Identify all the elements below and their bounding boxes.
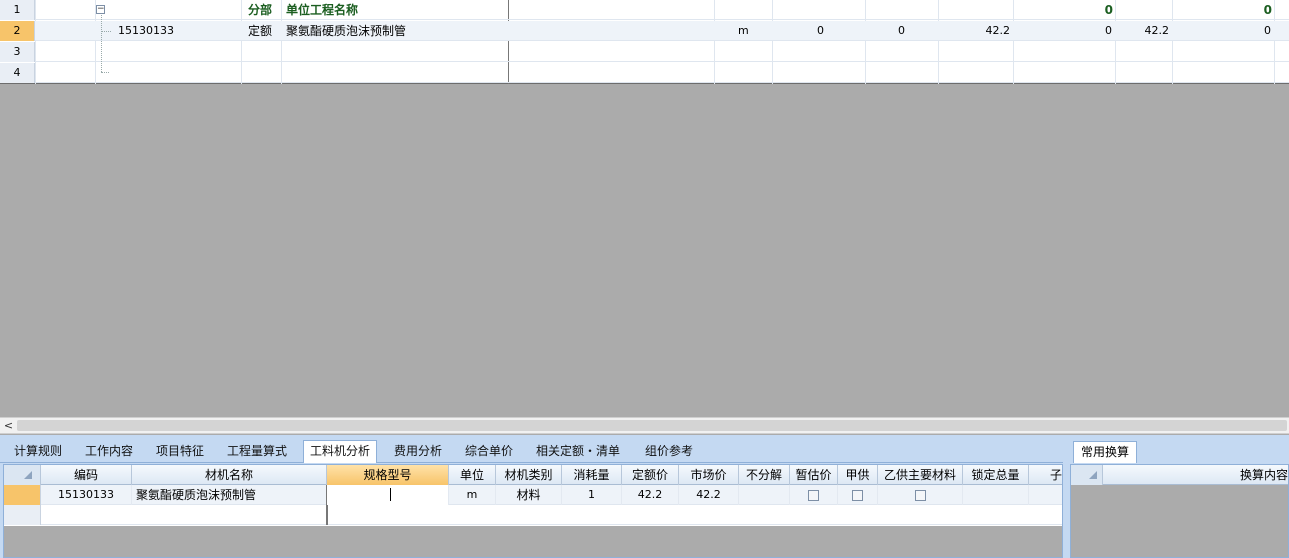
col-header-consumption[interactable]: 消耗量 — [562, 465, 622, 485]
corner-triangle-icon — [1089, 471, 1097, 479]
col-header-name[interactable]: 材机名称 — [132, 465, 327, 485]
tab-pricing-reference[interactable]: 组价参考 — [639, 441, 699, 462]
row-name[interactable]: 单位工程名称 — [286, 0, 358, 20]
empty-area — [4, 526, 1062, 557]
cell-category[interactable]: 材料 — [496, 485, 562, 505]
table-row[interactable]: 15130133 聚氨酯硬质泡沫预制管 m 材料 1 42.2 42.2 — [4, 485, 1062, 505]
row-total1: 0 — [1104, 3, 1113, 17]
table-row[interactable]: 1 − 分部 单位工程名称 0 0 — [0, 0, 1289, 20]
main-grid[interactable]: 1 − 分部 单位工程名称 0 0 2 15130133 定额 聚氨酯硬质泡沫预… — [0, 0, 1289, 84]
tab-calc-rules[interactable]: 计算规则 — [8, 441, 68, 462]
tab-cost-analysis[interactable]: 费用分析 — [388, 441, 448, 462]
row-value: 42.2 — [1144, 24, 1170, 37]
tab-quantity-formula[interactable]: 工程量算式 — [221, 441, 293, 462]
tab-work-content[interactable]: 工作内容 — [79, 441, 139, 462]
row-number[interactable]: 3 — [0, 42, 35, 62]
col-header-category[interactable]: 材机类别 — [496, 465, 562, 485]
corner-triangle-icon — [24, 471, 32, 479]
grid-divider — [326, 485, 327, 525]
cell-code[interactable]: 15130133 — [41, 485, 132, 505]
row-type: 分部 — [248, 3, 273, 17]
row-qty[interactable]: 0 — [772, 21, 824, 41]
row-number[interactable] — [4, 505, 41, 525]
grid-divider — [327, 505, 328, 525]
text-cursor — [390, 488, 391, 501]
col-header-market-price[interactable]: 市场价 — [679, 465, 739, 485]
cell-lock-total[interactable] — [963, 485, 1029, 505]
cell-spec-input[interactable] — [327, 485, 449, 505]
tab-item-features[interactable]: 项目特征 — [150, 441, 210, 462]
col-header-contractor-supply[interactable]: 乙供主要材料 — [878, 465, 963, 485]
tab-unit-price[interactable]: 综合单价 — [459, 441, 519, 462]
scrollbar-thumb[interactable] — [17, 420, 1287, 431]
cell-unit[interactable]: m — [449, 485, 496, 505]
col-header-no-split[interactable]: 不分解 — [739, 465, 790, 485]
select-all-corner[interactable] — [4, 465, 41, 485]
row-total1: 0 — [1105, 24, 1112, 37]
horizontal-scrollbar[interactable]: < — [0, 417, 1289, 434]
material-grid-header: 编码 材机名称 规格型号 单位 材机类别 消耗量 定额价 市场价 不分解 暂估价… — [4, 465, 1062, 485]
cell-name[interactable]: 聚氨酯硬质泡沫预制管 — [132, 485, 327, 505]
cell-owner-supply[interactable] — [838, 485, 878, 505]
row-number[interactable]: 2 — [0, 21, 35, 41]
row-type: 定额 — [248, 24, 273, 38]
scroll-left-icon[interactable]: < — [0, 418, 17, 433]
tab-bar: 计算规则 工作内容 项目特征 工程量算式 工料机分析 费用分析 综合单价 相关定… — [0, 435, 1063, 463]
contractor-supply-checkbox[interactable] — [914, 489, 926, 501]
row-value: 42.2 — [985, 24, 1011, 37]
row-unit[interactable]: m — [738, 21, 749, 41]
col-header-estimated[interactable]: 暂估价 — [790, 465, 838, 485]
cell-estimated[interactable] — [790, 485, 838, 505]
tree-connector — [101, 15, 102, 72]
conversion-panel: 常用换算 换算内容 — [1068, 435, 1289, 558]
cell-quota-price[interactable]: 42.2 — [622, 485, 679, 505]
row-code[interactable]: 15130133 — [118, 21, 174, 41]
select-all-corner[interactable] — [1071, 465, 1103, 485]
col-header-sub[interactable]: 子 — [1029, 465, 1064, 485]
col-header-lock-total[interactable]: 锁定总量 — [963, 465, 1029, 485]
material-grid[interactable]: 编码 材机名称 规格型号 单位 材机类别 消耗量 定额价 市场价 不分解 暂估价… — [3, 464, 1063, 558]
table-row[interactable]: 3 — [0, 42, 1289, 62]
row-number[interactable]: 1 — [0, 0, 35, 20]
tab-material-analysis[interactable]: 工料机分析 — [303, 440, 378, 463]
cell-no-split[interactable] — [739, 485, 790, 505]
row-number[interactable]: 4 — [0, 63, 35, 83]
collapse-icon[interactable]: − — [96, 5, 105, 14]
table-row[interactable]: 4 — [0, 63, 1289, 83]
conversion-grid-header: 换算内容 — [1071, 465, 1288, 485]
cell-market-price[interactable]: 42.2 — [679, 485, 739, 505]
detail-panel: 计算规则 工作内容 项目特征 工程量算式 工料机分析 费用分析 综合单价 相关定… — [0, 435, 1289, 558]
col-header-owner-supply[interactable]: 甲供 — [838, 465, 878, 485]
tab-related-quota[interactable]: 相关定额・清单 — [530, 441, 626, 462]
row-total2: 0 — [1264, 24, 1271, 37]
col-header-unit[interactable]: 单位 — [449, 465, 496, 485]
col-header-spec[interactable]: 规格型号 — [327, 465, 449, 485]
cell-consumption[interactable]: 1 — [562, 485, 622, 505]
estimated-checkbox[interactable] — [808, 489, 819, 501]
row-name[interactable]: 聚氨酯硬质泡沫预制管 — [286, 21, 406, 41]
tree-connector — [101, 31, 111, 32]
tree-connector — [101, 72, 109, 73]
row-number[interactable] — [4, 485, 41, 505]
owner-supply-checkbox[interactable] — [852, 489, 863, 501]
row-value: 0 — [898, 24, 905, 37]
conversion-grid[interactable]: 换算内容 — [1070, 464, 1289, 558]
cell-contractor-supply[interactable] — [878, 485, 963, 505]
table-row[interactable] — [4, 505, 1062, 525]
col-header-code[interactable]: 编码 — [41, 465, 132, 485]
row-total2: 0 — [1263, 3, 1272, 17]
table-row[interactable]: 2 15130133 定额 聚氨酯硬质泡沫预制管 m 0 0 42.2 0 42… — [0, 21, 1289, 41]
tab-common-conversion[interactable]: 常用换算 — [1073, 441, 1138, 463]
col-header-conversion-content[interactable]: 换算内容 — [1103, 465, 1288, 485]
col-header-quota-price[interactable]: 定额价 — [622, 465, 679, 485]
